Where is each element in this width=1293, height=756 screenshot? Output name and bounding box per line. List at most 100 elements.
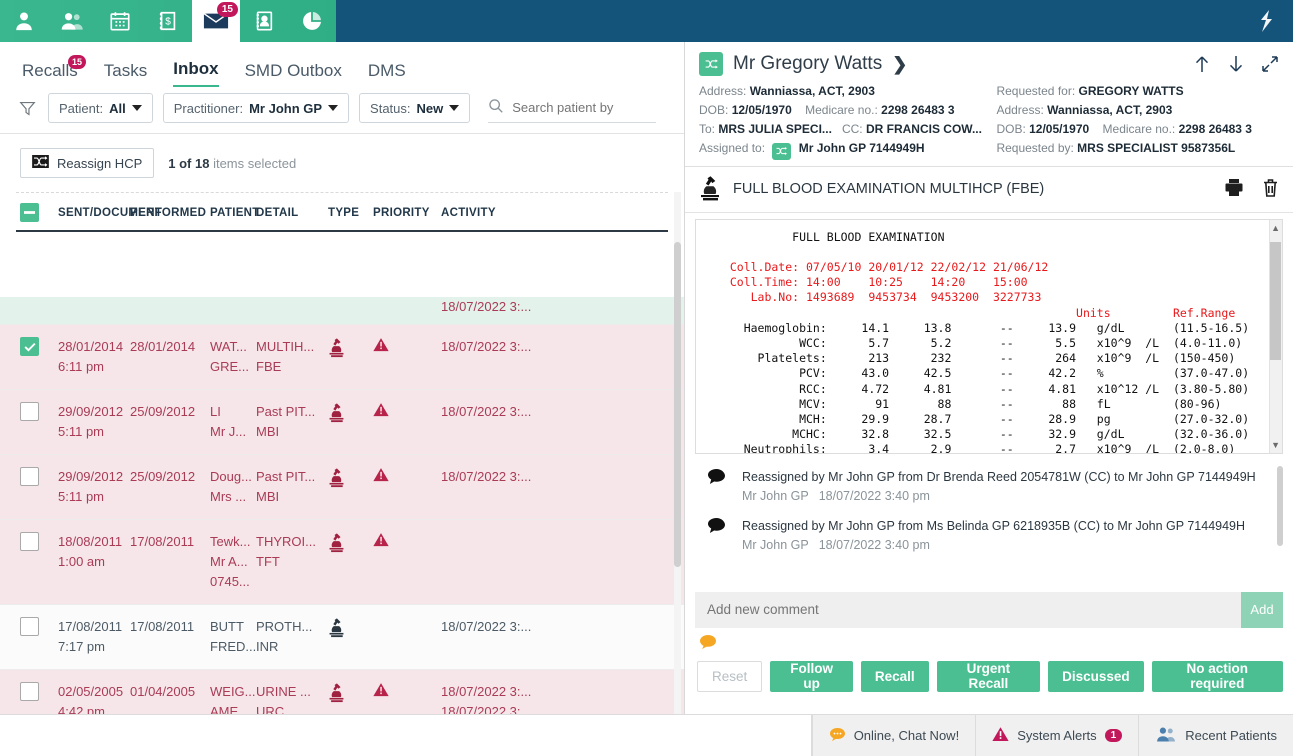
statusbar-recent-patients[interactable]: Recent Patients — [1138, 715, 1293, 756]
row-checkbox-cell — [16, 402, 58, 421]
statusbar-alerts-badge: 1 — [1104, 729, 1123, 742]
cell-sent-time: 5:11 pm — [58, 489, 105, 504]
print-icon[interactable] — [1224, 178, 1244, 201]
action-recall-button[interactable]: Recall — [860, 660, 929, 692]
patient-icon[interactable] — [0, 0, 48, 42]
comment-timestamp: 18/07/2022 3:40 pm — [818, 537, 930, 552]
patient-title-row: Mr Gregory Watts ❯ — [699, 52, 1279, 76]
inbox-list-pane: Recalls 15 Tasks Inbox SMD Outbox DMS Pa… — [0, 42, 685, 756]
address-book-icon[interactable] — [240, 0, 288, 42]
cell-activity: 18/07/2022 3:... — [441, 617, 561, 637]
down-arrow-icon[interactable] — [1227, 54, 1245, 77]
svg-text:$: $ — [165, 17, 171, 28]
filter-status[interactable]: Status: New — [359, 93, 471, 123]
patient-cc-label: CC: — [841, 122, 863, 136]
action-urgent-recall-button[interactable]: Urgent Recall — [936, 660, 1041, 692]
filter-patient[interactable]: Patient: All — [48, 93, 153, 123]
tab-inbox[interactable]: Inbox — [173, 59, 219, 87]
filter-practitioner[interactable]: Practitioner: Mr John GP — [162, 93, 350, 123]
th-activity[interactable]: ACTIVITY — [441, 207, 561, 219]
selection-count-value: 1 of 18 — [168, 155, 210, 171]
priority-alert-icon — [373, 403, 389, 420]
document-header: FULL BLOOD EXAMINATION MULTIHCP (FBE) — [685, 167, 1293, 213]
cell-sent-time: 1:00 am — [58, 554, 105, 569]
selection-count: 1 of 18 items selected — [168, 156, 296, 171]
expand-icon[interactable] — [1261, 55, 1279, 76]
reassign-hcp-button[interactable]: Reassign HCP — [20, 148, 155, 178]
row-checkbox[interactable] — [20, 532, 39, 551]
tab-tasks[interactable]: Tasks — [104, 61, 147, 87]
action-reset-button[interactable]: Reset — [697, 660, 763, 692]
th-patient[interactable]: PATIENT — [210, 207, 259, 219]
tab-smd-outbox[interactable]: SMD Outbox — [245, 61, 342, 87]
patient-to-row: To: MRS JULIA SPECI... CC: DR FRANCIS CO… — [699, 120, 996, 139]
patient-dob-label: DOB: — [699, 103, 729, 117]
cell-sent-document: 28/01/2014 6:11 pm — [58, 337, 130, 377]
th-detail[interactable]: DETAIL — [256, 207, 328, 219]
table-row[interactable]: 29/09/2012 5:11 pm 25/09/2012 LI Mr J... Past… — [0, 390, 684, 455]
report-scrollbar[interactable]: ▲ ▼ — [1269, 219, 1282, 453]
cell-sent-document: 17/08/2011 7:17 pm — [58, 617, 130, 657]
lab-report-viewer[interactable]: FULL BLOOD EXAMINATION Coll.Date: 07/05/… — [695, 218, 1283, 454]
scroll-up-icon[interactable]: ▲ — [1271, 223, 1280, 233]
priority-alert-icon — [373, 468, 389, 485]
th-priority[interactable]: PRIORITY — [373, 207, 441, 219]
billing-icon[interactable]: $ — [144, 0, 192, 42]
reassign-icon[interactable] — [772, 142, 792, 160]
row-checkbox[interactable] — [20, 617, 39, 636]
th-sent-document[interactable]: SENT/DOCUMENT — [58, 207, 162, 219]
tab-recalls[interactable]: Recalls 15 — [22, 55, 87, 87]
select-all-checkbox[interactable] — [20, 203, 39, 222]
selection-count-suffix: items selected — [213, 155, 297, 171]
inbox-envelope-icon[interactable]: 15 — [192, 0, 240, 42]
table-row[interactable]: 28/01/2014 6:11 pm 28/01/2014 WAT... GRE... M… — [0, 325, 684, 390]
up-arrow-icon[interactable] — [1193, 54, 1211, 77]
chevron-down-icon — [449, 105, 460, 111]
reassign-icon — [32, 155, 49, 171]
filter-patient-prefix: Patient: — [59, 100, 104, 116]
statusbar-recent-label: Recent Patients — [1185, 728, 1277, 743]
th-type[interactable]: TYPE — [328, 207, 373, 219]
action-no-action-required-button[interactable]: No action required — [1151, 660, 1283, 692]
chat-icon — [829, 727, 846, 745]
list-scrollbar-thumb[interactable] — [674, 242, 681, 567]
calendar-icon[interactable] — [96, 0, 144, 42]
statusbar-system-alerts[interactable]: System Alerts 1 — [975, 715, 1138, 756]
reassign-icon[interactable] — [699, 52, 723, 76]
filter-status-value: New — [416, 100, 444, 116]
cell-performed: 25/09/2012 — [130, 404, 196, 419]
table-row[interactable]: 18/08/2011 1:00 am 17/08/2011 Tewk... Mr A..… — [0, 520, 684, 605]
row-checkbox[interactable] — [20, 682, 39, 701]
reports-pie-icon[interactable] — [288, 0, 336, 42]
action-discussed-button[interactable]: Discussed — [1048, 660, 1144, 692]
scroll-down-icon[interactable]: ▼ — [1271, 440, 1280, 450]
chevron-right-icon[interactable]: ❯ — [892, 54, 907, 75]
comment-flag-icon[interactable] — [699, 634, 717, 653]
row-checkbox-cell — [16, 682, 58, 701]
section-tabs: Recalls 15 Tasks Inbox SMD Outbox DMS — [0, 42, 684, 87]
patients-group-icon[interactable] — [48, 0, 96, 42]
patient-address-value: Wanniassa, ACT, 2903 — [749, 84, 875, 98]
table-row[interactable]: 29/09/2012 5:11 pm 25/09/2012 Doug... Mrs ..… — [0, 455, 684, 520]
tab-dms[interactable]: DMS — [368, 61, 406, 87]
add-comment-button[interactable]: Add — [1241, 591, 1283, 628]
report-scrollbar-thumb[interactable] — [1270, 241, 1281, 360]
row-checkbox[interactable] — [20, 337, 39, 356]
row-checkbox[interactable] — [20, 402, 39, 421]
comments-scrollbar-thumb[interactable] — [1277, 465, 1283, 546]
table-row[interactable]: 18/07/2022 3:... — [0, 297, 684, 325]
table-row[interactable]: 17/08/2011 7:17 pm 17/08/2011 BUTT FRED... PR… — [0, 605, 684, 670]
filter-patient-value: All — [109, 100, 126, 116]
th-performed[interactable]: PERFORMED — [130, 207, 210, 219]
search-input[interactable] — [512, 100, 653, 115]
statusbar-chat[interactable]: Online, Chat Now! — [811, 715, 976, 756]
filter-funnel-icon[interactable] — [16, 100, 38, 117]
delete-icon[interactable] — [1262, 178, 1279, 201]
patient-assigned-value: Mr John GP 7144949H — [798, 141, 925, 155]
cell-sent-time: 6:11 pm — [58, 359, 105, 374]
action-follow-up-button[interactable]: Follow up — [770, 660, 853, 692]
row-checkbox[interactable] — [20, 467, 39, 486]
comment-timestamp: 18/07/2022 3:40 pm — [818, 488, 930, 503]
add-comment-input[interactable] — [695, 591, 1241, 628]
search-box[interactable] — [488, 93, 657, 123]
